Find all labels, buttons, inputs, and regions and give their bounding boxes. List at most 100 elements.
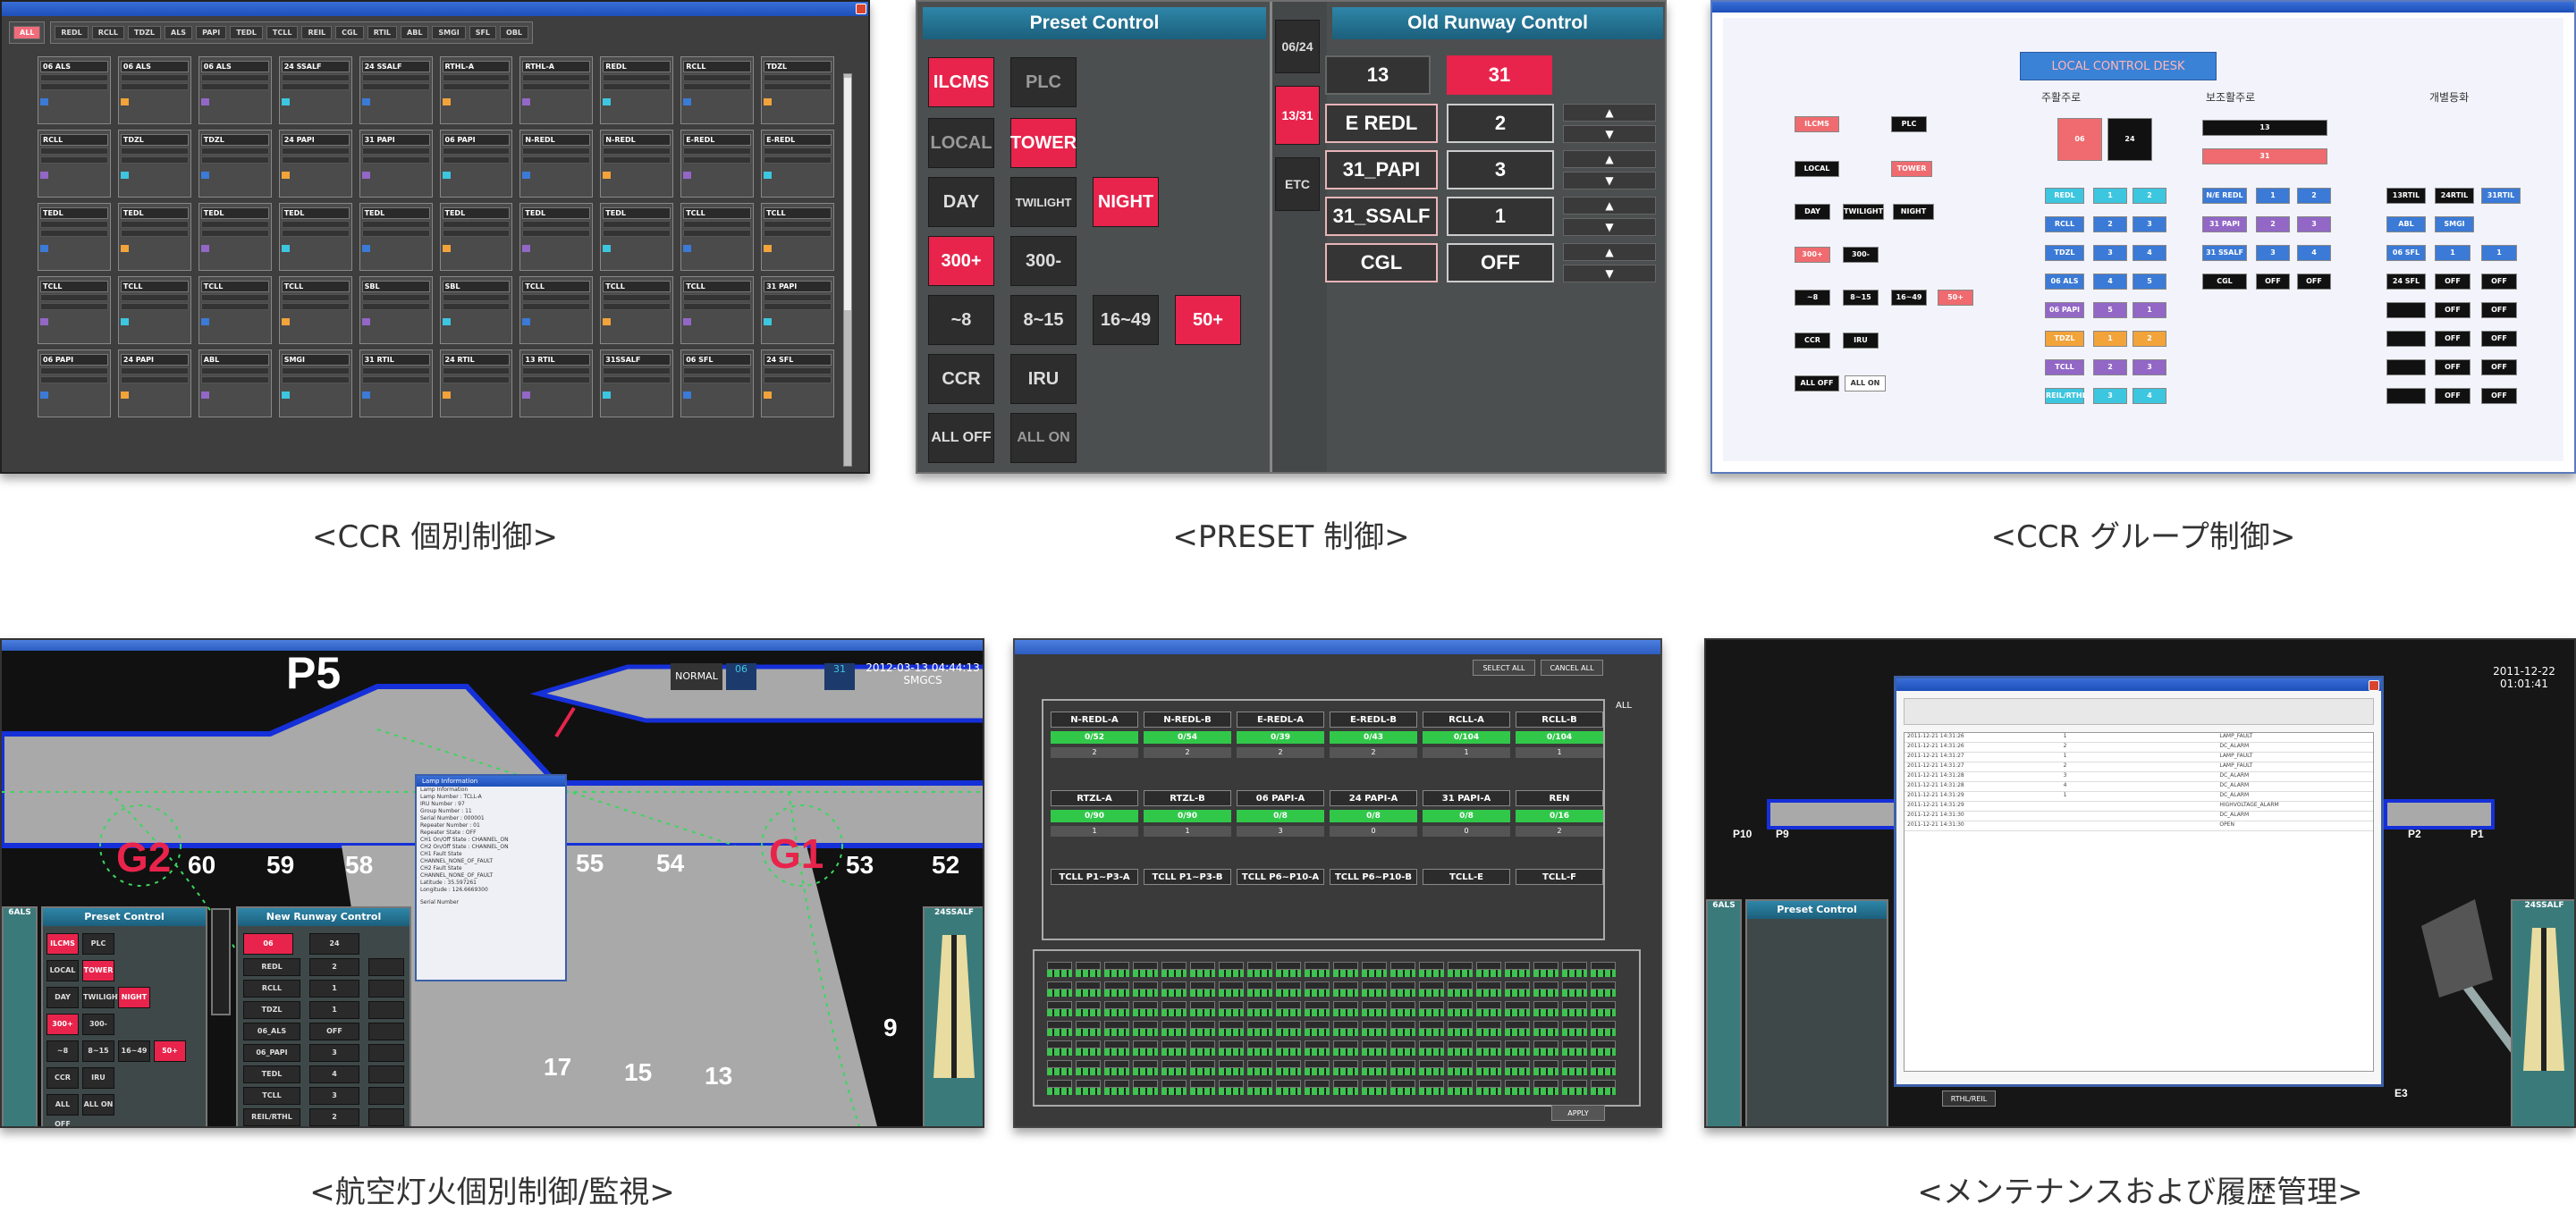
lamp-cell[interactable]: [1190, 1040, 1215, 1048]
ccr-cell[interactable]: RTHL-A: [439, 56, 513, 124]
lamp-cell[interactable]: [1276, 1080, 1301, 1088]
group-button[interactable]: CGL: [335, 26, 364, 39]
ccr-cell[interactable]: TDZL: [117, 130, 191, 198]
group-button[interactable]: 31 SSALF: [2202, 245, 2247, 261]
group-button[interactable]: 5: [2133, 274, 2166, 290]
lamp-cell[interactable]: [1419, 1060, 1444, 1068]
mini-preset-button[interactable]: CCR: [46, 1067, 79, 1089]
lamp-cell[interactable]: [1305, 1001, 1330, 1009]
mini-preset-button[interactable]: ALL OFF: [46, 1094, 79, 1126]
arrow-up-icon[interactable]: ▲: [1563, 243, 1656, 261]
ccr-cell[interactable]: TCLL: [680, 276, 755, 344]
lamp-cell[interactable]: [1161, 1040, 1187, 1048]
lamp-cell[interactable]: [1133, 1021, 1158, 1029]
runway-indicator[interactable]: 06: [2057, 118, 2102, 161]
tower-button[interactable]: TOWER: [1010, 118, 1077, 168]
lamp-cell[interactable]: [1533, 1001, 1558, 1009]
group-button[interactable]: ALS: [165, 26, 193, 39]
group-button[interactable]: OFF: [2481, 359, 2517, 375]
group-button[interactable]: TDZL: [2045, 331, 2084, 347]
group-button[interactable]: OFF: [2435, 388, 2470, 404]
ccr-cell[interactable]: 31 PAPI: [761, 276, 834, 344]
group-button[interactable]: TDZL: [128, 26, 161, 39]
day-button[interactable]: DAY: [928, 177, 994, 227]
lamp-cell[interactable]: [1190, 1001, 1215, 1009]
lamp-cell[interactable]: [1133, 962, 1158, 970]
arrow-down-icon[interactable]: ▼: [1563, 218, 1656, 236]
level-stepper[interactable]: [368, 980, 404, 998]
ccr-cell[interactable]: 06 PAPI: [439, 130, 513, 198]
lamp-cell[interactable]: [1333, 1040, 1358, 1048]
runway-tab-etc[interactable]: ETC: [1275, 157, 1320, 211]
lamp-cell[interactable]: [1591, 1060, 1616, 1068]
lamp-cell[interactable]: [1133, 981, 1158, 989]
runway-row-label[interactable]: E REDL: [1325, 104, 1438, 143]
group-button[interactable]: 3: [2133, 359, 2166, 375]
lamp-cell[interactable]: [1161, 1021, 1187, 1029]
lamp-cell[interactable]: [1190, 962, 1215, 970]
lamp-cell[interactable]: [1247, 981, 1272, 989]
lamp-cell[interactable]: [1476, 1060, 1501, 1068]
lamp-cell[interactable]: [1476, 981, 1501, 989]
lamp-cell[interactable]: [1190, 981, 1215, 989]
ccr-cell[interactable]: 13 RTIL: [519, 349, 594, 417]
ccr-cell[interactable]: TEDL: [600, 203, 674, 271]
level-stepper[interactable]: [368, 1001, 404, 1019]
group-button[interactable]: 06 PAPI: [2045, 302, 2084, 318]
group-button[interactable]: 8~15: [1843, 290, 1879, 306]
lamp-cell[interactable]: [1076, 962, 1101, 970]
lamp-cell[interactable]: [1047, 981, 1072, 989]
ccr-cell[interactable]: 24 SFL: [761, 349, 834, 417]
blank-group-button[interactable]: [2386, 359, 2426, 375]
lamp-cell[interactable]: [1591, 962, 1616, 970]
lamp-cell[interactable]: [1533, 1021, 1558, 1029]
lamp-cell[interactable]: [1133, 1040, 1158, 1048]
group-button[interactable]: REDL: [55, 26, 89, 39]
lamp-cell[interactable]: [1362, 1001, 1387, 1009]
lamp-cell[interactable]: [1047, 962, 1072, 970]
group-button[interactable]: 4: [2133, 388, 2166, 404]
lamp-cell[interactable]: [1533, 1040, 1558, 1048]
plc-button[interactable]: PLC: [1010, 57, 1077, 107]
lamp-cell[interactable]: [1104, 962, 1129, 970]
level-stepper[interactable]: ▲ ▼: [1563, 104, 1656, 143]
ccr-name[interactable]: 06 PAPI-A: [1237, 790, 1324, 806]
lamp-cell[interactable]: [1533, 981, 1558, 989]
lamp-cell[interactable]: [1591, 1040, 1616, 1048]
group-button[interactable]: TCLL: [266, 26, 299, 39]
level-stepper[interactable]: [368, 1108, 404, 1126]
ccr-name[interactable]: TCLL P1~P3-B: [1144, 869, 1231, 885]
group-button[interactable]: 31 PAPI: [2202, 216, 2247, 232]
ccr-cell[interactable]: 06 ALS: [117, 56, 191, 124]
apply-button[interactable]: APPLY: [1551, 1105, 1605, 1121]
table-row[interactable]: 2011-12-21 14:31:26 1 LAMP_FAULT: [1905, 733, 2373, 743]
group-button[interactable]: RCLL: [91, 26, 124, 39]
range-16-49-button[interactable]: 16~49: [1093, 295, 1159, 345]
runway-tab-0624[interactable]: 06/24: [1275, 20, 1320, 73]
all-on-button[interactable]: ALL ON: [1010, 413, 1077, 463]
group-button[interactable]: ~8: [1795, 290, 1830, 306]
ccr-cell[interactable]: TCLL: [600, 276, 674, 344]
table-row[interactable]: 2011-12-21 14:31:29 HIGHVOLTAGE_ALARM: [1905, 802, 2373, 812]
lamp-cell[interactable]: [1161, 1080, 1187, 1088]
mini-preset-button[interactable]: IRU: [82, 1067, 114, 1089]
lamp-cell[interactable]: [1219, 1001, 1244, 1009]
lamp-cell[interactable]: [1419, 1021, 1444, 1029]
ccr-cell[interactable]: 31 RTIL: [359, 349, 433, 417]
mini-preset-button[interactable]: TOWER: [82, 960, 114, 981]
lamp-cell[interactable]: [1562, 1021, 1587, 1029]
group-button[interactable]: OFF: [2481, 274, 2517, 290]
lamp-cell[interactable]: [1390, 1040, 1415, 1048]
lamp-cell[interactable]: [1362, 962, 1387, 970]
close-icon[interactable]: [856, 4, 866, 14]
lamp-cell[interactable]: [1104, 1021, 1129, 1029]
arrow-up-icon[interactable]: ▲: [1563, 197, 1656, 215]
lamp-cell[interactable]: [1362, 1060, 1387, 1068]
group-button[interactable]: 50+: [1938, 290, 1973, 306]
lamp-cell[interactable]: [1247, 962, 1272, 970]
mini-preset-button[interactable]: 300-: [82, 1014, 114, 1035]
runway-indicator[interactable]: 31: [824, 663, 855, 690]
ccr-cell[interactable]: TCLL: [278, 276, 352, 344]
table-row[interactable]: 2011-12-21 14:31:28 4 DC_ALARM: [1905, 782, 2373, 792]
runway-number[interactable]: 24: [309, 933, 359, 955]
